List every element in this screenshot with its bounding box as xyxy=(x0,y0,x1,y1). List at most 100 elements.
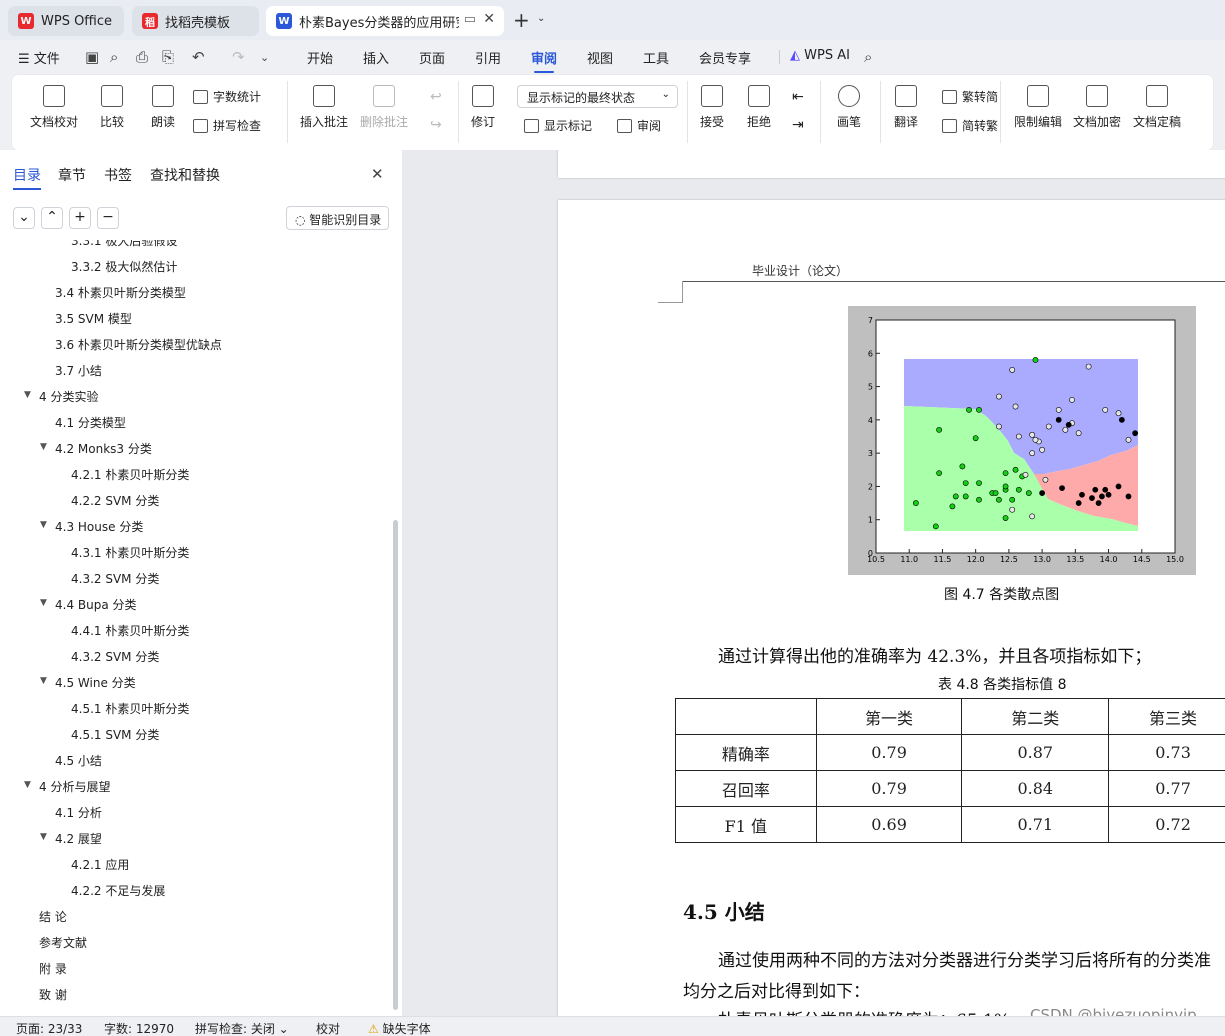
toc-item[interactable]: 3.3.1 极大后验假设 xyxy=(71,240,177,249)
missing-font-status[interactable]: ⚠ 缺失字体 xyxy=(368,1020,431,1036)
redo-icon[interactable]: ↷ xyxy=(232,48,245,66)
print-icon[interactable]: ⎙ xyxy=(136,48,148,66)
menu-review[interactable]: 审阅 xyxy=(531,48,557,73)
accept-button[interactable]: 接受 xyxy=(700,85,724,130)
compare-button[interactable]: 比较 xyxy=(100,85,124,130)
toc-item[interactable]: 附 录 xyxy=(39,960,67,977)
menu-tools[interactable]: 工具 xyxy=(643,48,669,67)
tab-wps-office[interactable]: W WPS Office xyxy=(8,6,124,36)
tab-template[interactable]: 稻 找稻壳模板 xyxy=(132,6,259,36)
expand-triangle-icon[interactable]: ▼ xyxy=(40,442,47,452)
insert-comment-button[interactable]: 插入批注 xyxy=(300,85,348,130)
menu-reference[interactable]: 引用 xyxy=(475,48,501,67)
page-indicator[interactable]: 页面: 23/33 xyxy=(16,1020,82,1036)
next-comment-icon[interactable]: ↪ xyxy=(430,117,442,133)
spell-check-status[interactable]: 拼写检查: 关闭 ⌄ xyxy=(195,1020,289,1036)
print-preview-icon[interactable]: ⎘ xyxy=(162,48,174,66)
toc-item[interactable]: 致 谢 xyxy=(39,986,67,1003)
toc-item[interactable]: 4 分析与展望 xyxy=(39,778,110,795)
more-icon[interactable]: ⌄ xyxy=(260,51,269,64)
toc-item[interactable]: 4.2.1 应用 xyxy=(71,856,129,873)
markup-state-dropdown[interactable]: 显示标记的最终状态 ⌄ xyxy=(517,85,678,108)
read-aloud-button[interactable]: 朗读 xyxy=(151,85,175,130)
expand-triangle-icon[interactable]: ▼ xyxy=(24,780,31,790)
menu-wps-ai[interactable]: ◭ WPS AI xyxy=(790,48,850,63)
share-icon[interactable]: ⌕ xyxy=(110,48,118,66)
expand-triangle-icon[interactable]: ▼ xyxy=(40,676,47,686)
toc-item[interactable]: 4 分类实验 xyxy=(39,388,98,405)
chevron-down-icon[interactable]: ⌄ xyxy=(537,13,545,24)
s2t-button[interactable]: 简转繁 xyxy=(942,117,998,134)
toc-item[interactable]: 4.3 House 分类 xyxy=(55,518,143,535)
tab-sections[interactable]: 章节 xyxy=(58,165,86,185)
reject-button[interactable]: 拒绝 xyxy=(747,85,771,130)
toc-item[interactable]: 4.4 Bupa 分类 xyxy=(55,596,137,613)
toc-item[interactable]: 4.5.1 朴素贝叶斯分类 xyxy=(71,700,189,717)
add-heading-button[interactable]: + xyxy=(69,207,91,229)
expand-triangle-icon[interactable]: ▼ xyxy=(40,520,47,530)
encrypt-button[interactable]: 文档加密 xyxy=(1073,85,1121,130)
doc-check-button[interactable]: 文档校对 xyxy=(30,85,78,130)
toc-item[interactable]: 3.5 SVM 模型 xyxy=(55,310,132,327)
finalize-button[interactable]: 文档定稿 xyxy=(1133,85,1181,130)
revise-button[interactable]: 修订 xyxy=(471,85,495,130)
undo-icon[interactable]: ↶ xyxy=(192,48,205,66)
word-count-button[interactable]: 字数统计 xyxy=(193,88,261,105)
toc-item[interactable]: 4.3.1 朴素贝叶斯分类 xyxy=(71,544,189,561)
spell-check-button[interactable]: 拼写检查 xyxy=(193,117,261,134)
pen-button[interactable]: 画笔 xyxy=(837,85,861,130)
proofread-status[interactable]: 校对 xyxy=(316,1020,340,1036)
toc-item[interactable]: 4.5.1 SVM 分类 xyxy=(71,726,159,743)
show-marks-button[interactable]: 显示标记 xyxy=(524,117,592,134)
toc-item[interactable]: 4.2 展望 xyxy=(55,830,102,847)
expand-triangle-icon[interactable]: ▼ xyxy=(40,598,47,608)
smart-toc-button[interactable]: ◌ 智能识别目录 xyxy=(286,206,389,230)
menu-vip[interactable]: 会员专享 xyxy=(699,48,751,67)
search-icon[interactable]: ⌕ xyxy=(864,48,872,66)
restrict-edit-button[interactable]: 限制编辑 xyxy=(1014,85,1062,130)
toc-item[interactable]: 3.7 小结 xyxy=(55,362,102,379)
menu-view[interactable]: 视图 xyxy=(587,48,613,67)
toc-item[interactable]: 4.3.2 SVM 分类 xyxy=(71,648,159,665)
prev-change-icon[interactable]: ⇤ xyxy=(792,89,804,105)
translate-button[interactable]: 翻译 xyxy=(894,85,918,130)
close-tab-icon[interactable]: ✕ xyxy=(483,11,495,27)
toc-item[interactable]: 4.2 Monks3 分类 xyxy=(55,440,152,457)
toc-item[interactable]: 4.3.2 SVM 分类 xyxy=(71,570,159,587)
tab-document[interactable]: W 朴素Bayes分类器的应用研究与 ▭ ✕ xyxy=(266,6,504,36)
monitor-icon[interactable]: ▭ xyxy=(464,12,476,27)
prev-comment-icon[interactable]: ↩ xyxy=(430,89,442,105)
toc-item[interactable]: 参考文献 xyxy=(39,934,87,951)
word-count[interactable]: 字数: 12970 xyxy=(104,1020,174,1036)
move-up-button[interactable]: ⌃ xyxy=(41,207,63,229)
toc-item[interactable]: 结 论 xyxy=(39,908,67,925)
toc-item[interactable]: 4.2.2 不足与发展 xyxy=(71,882,165,899)
new-tab-icon[interactable]: + xyxy=(513,8,530,32)
toc-item[interactable]: 4.1 分析 xyxy=(55,804,102,821)
toc-item[interactable]: 4.4.1 朴素贝叶斯分类 xyxy=(71,622,189,639)
tab-toc[interactable]: 目录 xyxy=(13,165,41,190)
menu-file[interactable]: ☰ 文件 xyxy=(18,48,60,67)
toc-item[interactable]: 3.4 朴素贝叶斯分类模型 xyxy=(55,284,186,301)
tab-bookmarks[interactable]: 书签 xyxy=(104,165,132,185)
toc-item[interactable]: 4.5 小结 xyxy=(55,752,102,769)
toc-item[interactable]: 3.3.2 极大似然估计 xyxy=(71,258,177,275)
toc-item[interactable]: 4.2.2 SVM 分类 xyxy=(71,492,159,509)
tab-find-replace[interactable]: 查找和替换 xyxy=(150,165,220,185)
menu-page[interactable]: 页面 xyxy=(419,48,445,67)
toc-item[interactable]: 4.1 分类模型 xyxy=(55,414,126,431)
expand-triangle-icon[interactable]: ▼ xyxy=(24,390,31,400)
close-pane-icon[interactable]: ✕ xyxy=(371,165,384,183)
t2s-button[interactable]: 繁转简 xyxy=(942,88,998,105)
remove-heading-button[interactable]: − xyxy=(97,207,119,229)
toc-item[interactable]: 4.5 Wine 分类 xyxy=(55,674,136,691)
menu-start[interactable]: 开始 xyxy=(307,48,333,67)
toc-scrollbar[interactable] xyxy=(393,520,398,1010)
review-pane-button[interactable]: 审阅 xyxy=(617,117,661,134)
menu-insert[interactable]: 插入 xyxy=(363,48,389,67)
delete-comment-button[interactable]: 删除批注 xyxy=(360,85,408,130)
save-icon[interactable]: ▣ xyxy=(85,48,99,66)
collapse-all-button[interactable]: ⌄ xyxy=(13,207,35,229)
toc-item[interactable]: 3.6 朴素贝叶斯分类模型优缺点 xyxy=(55,336,222,353)
toc-item[interactable]: 4.2.1 朴素贝叶斯分类 xyxy=(71,466,189,483)
